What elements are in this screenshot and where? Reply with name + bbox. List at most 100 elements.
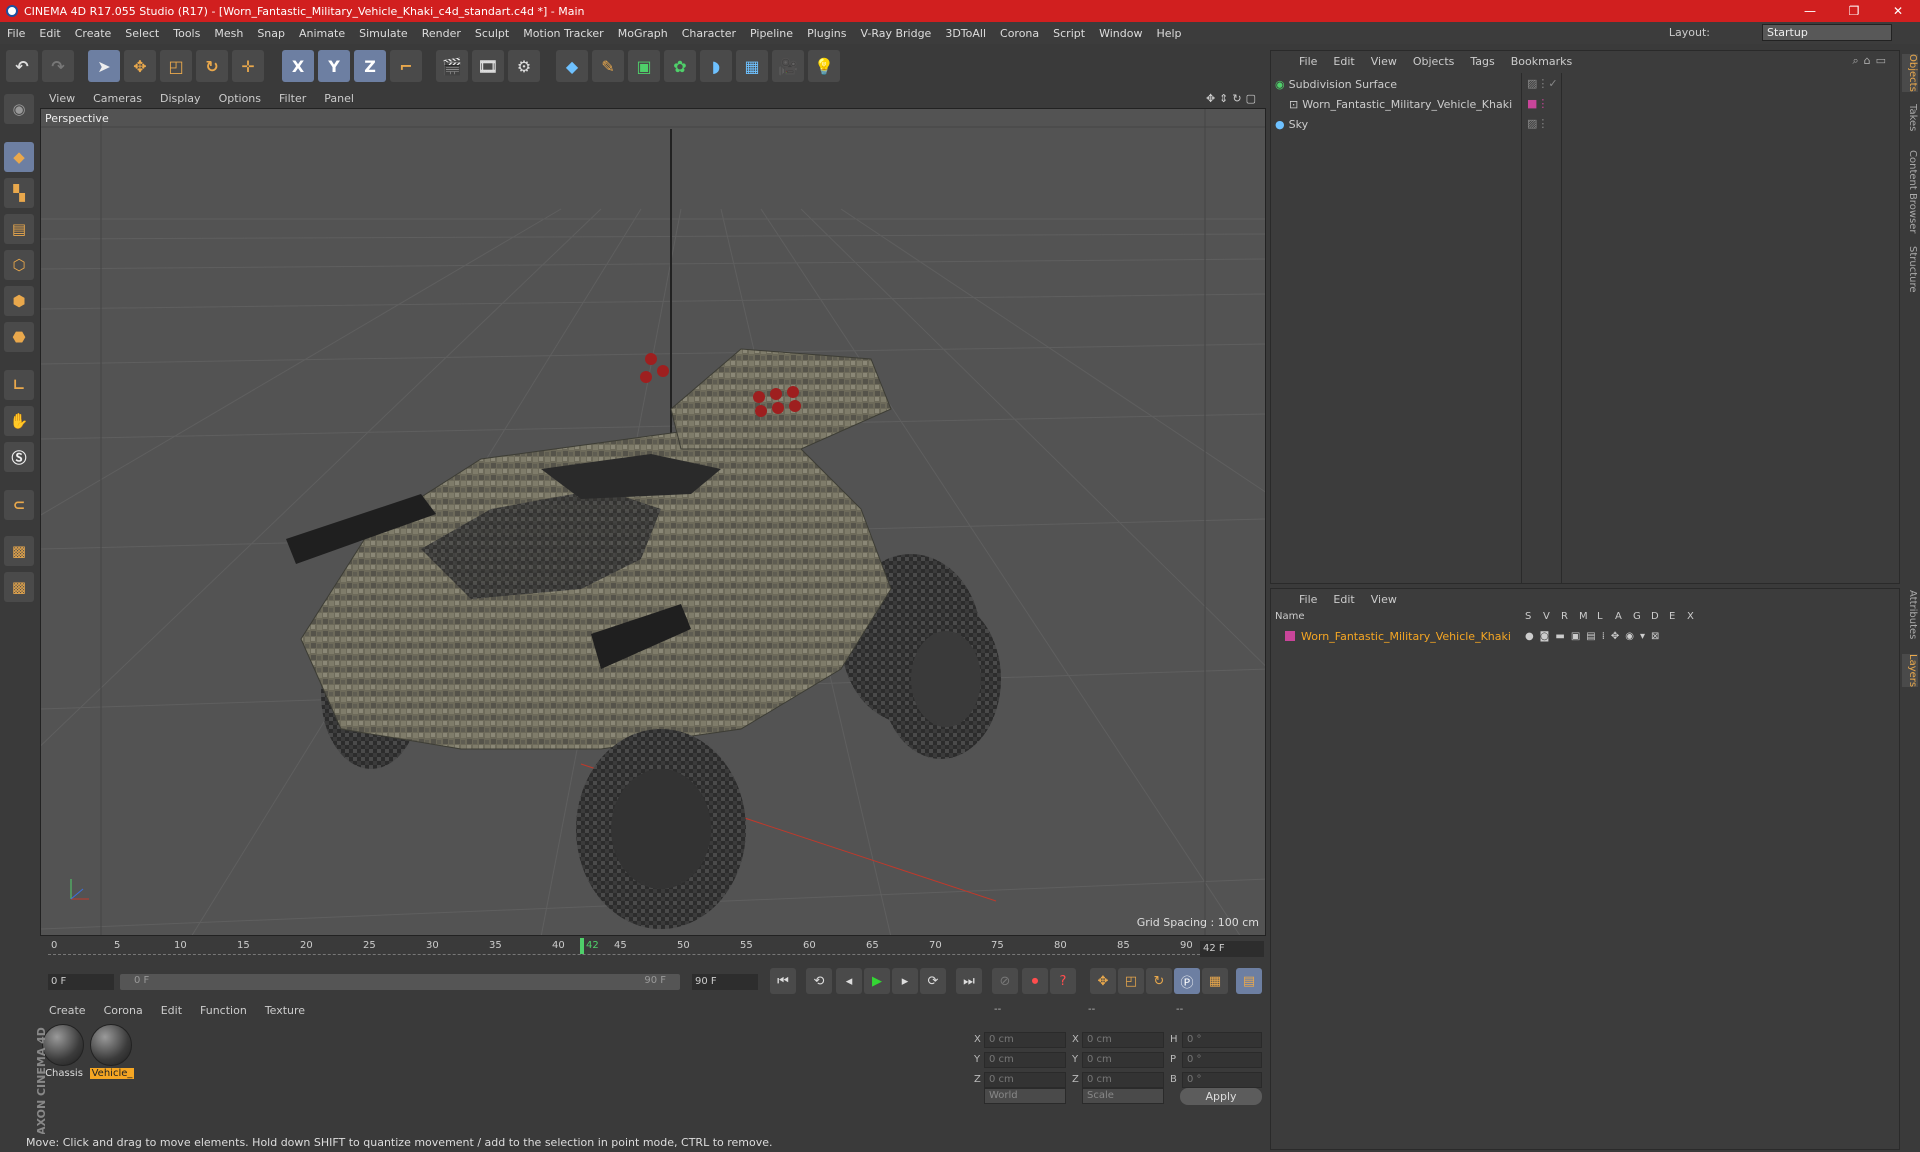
menu-corona[interactable]: Corona: [993, 27, 1046, 40]
size-x-field[interactable]: 0 cm: [1082, 1032, 1164, 1048]
tweak-mode-icon[interactable]: ✋: [4, 406, 34, 436]
end-frame-field[interactable]: 90 F: [692, 974, 758, 990]
polygons-mode-icon[interactable]: ⬣: [4, 322, 34, 352]
start-frame-field[interactable]: 0 F: [48, 974, 114, 990]
visibility-toggle-icon[interactable]: ▨⋮✓: [1527, 77, 1558, 90]
camera-icon[interactable]: 🎥: [772, 50, 804, 82]
render-view-icon[interactable]: 🎬: [436, 50, 468, 82]
previous-keyframe-icon[interactable]: ⟲: [806, 968, 832, 994]
record-keys-icon[interactable]: ⊘: [992, 968, 1018, 994]
menu-pipeline[interactable]: Pipeline: [743, 27, 800, 40]
key-parameter-icon[interactable]: Ⓟ: [1174, 968, 1200, 994]
menu-character[interactable]: Character: [675, 27, 743, 40]
make-editable-icon[interactable]: ◉: [4, 94, 34, 124]
material-menu-texture[interactable]: Texture: [256, 1004, 314, 1017]
cloner-icon[interactable]: ✿: [664, 50, 696, 82]
snap-icon[interactable]: Ⓢ: [4, 442, 34, 472]
menu-create[interactable]: Create: [68, 27, 119, 40]
layer-color-icon[interactable]: ■⋮: [1527, 97, 1548, 110]
menu-3dtoall[interactable]: 3DToAll: [938, 27, 993, 40]
menu-mograph[interactable]: MoGraph: [611, 27, 675, 40]
om-menu-file[interactable]: File: [1291, 55, 1325, 68]
om-menu-objects[interactable]: Objects: [1405, 55, 1463, 68]
material-menu-create[interactable]: Create: [40, 1004, 95, 1017]
live-select-icon[interactable]: ✛: [232, 50, 264, 82]
viewport-menu-cameras[interactable]: Cameras: [84, 92, 151, 105]
move-icon[interactable]: ✥: [124, 50, 156, 82]
visibility-toggle-icon[interactable]: ▨⋮: [1527, 117, 1548, 130]
lm-menu-edit[interactable]: Edit: [1325, 593, 1362, 606]
go-to-end-icon[interactable]: ⏭: [956, 968, 982, 994]
key-position-icon[interactable]: ✥: [1090, 968, 1116, 994]
menu-window[interactable]: Window: [1092, 27, 1149, 40]
maximize-button[interactable]: ❐: [1832, 4, 1876, 18]
layer-color-swatch[interactable]: [1285, 631, 1295, 641]
menu-motion-tracker[interactable]: Motion Tracker: [516, 27, 610, 40]
lm-menu-file[interactable]: File: [1291, 593, 1325, 606]
menu-edit[interactable]: Edit: [32, 27, 67, 40]
tab-takes[interactable]: Takes: [1902, 104, 1918, 131]
light-icon[interactable]: 💡: [808, 50, 840, 82]
go-to-start-icon[interactable]: ⏮: [770, 968, 796, 994]
menu-mesh[interactable]: Mesh: [207, 27, 250, 40]
workplane-mode-icon[interactable]: ▤: [4, 214, 34, 244]
menu-file[interactable]: File: [0, 27, 32, 40]
rotation-p-field[interactable]: 0 °: [1182, 1052, 1262, 1068]
menu-select[interactable]: Select: [118, 27, 166, 40]
menu-tools[interactable]: Tools: [166, 27, 207, 40]
subdivision-icon[interactable]: ▣: [628, 50, 660, 82]
x-axis-icon[interactable]: X: [282, 50, 314, 82]
size-y-field[interactable]: 0 cm: [1082, 1052, 1164, 1068]
previous-frame-icon[interactable]: ◂: [836, 968, 862, 994]
pen-icon[interactable]: ✎: [592, 50, 624, 82]
viewport-menu-view[interactable]: View: [40, 92, 84, 105]
menu-simulate[interactable]: Simulate: [352, 27, 415, 40]
viewport-menu-options[interactable]: Options: [210, 92, 270, 105]
tab-attributes[interactable]: Attributes: [1902, 590, 1918, 639]
apply-button[interactable]: Apply: [1180, 1088, 1262, 1105]
layer-row[interactable]: Worn_Fantastic_Military_Vehicle_Khaki ●◙…: [1285, 627, 1665, 645]
menu-sculpt[interactable]: Sculpt: [468, 27, 516, 40]
viewport-menu-display[interactable]: Display: [151, 92, 210, 105]
position-x-field[interactable]: 0 cm: [984, 1032, 1066, 1048]
model-mode-icon[interactable]: ◆: [4, 142, 34, 172]
floor-icon[interactable]: ▦: [736, 50, 768, 82]
menu-render[interactable]: Render: [415, 27, 468, 40]
key-rotation-icon[interactable]: ↻: [1146, 968, 1172, 994]
rotate-icon[interactable]: ↻: [196, 50, 228, 82]
position-z-field[interactable]: 0 cm: [984, 1072, 1066, 1088]
tab-layers[interactable]: Layers: [1902, 654, 1918, 688]
layer-flag-icons[interactable]: ●◙▬▣▤⁞✥◉▾⊠: [1525, 631, 1665, 642]
y-axis-icon[interactable]: Y: [318, 50, 350, 82]
viewport-menu-filter[interactable]: Filter: [270, 92, 315, 105]
menu-animate[interactable]: Animate: [292, 27, 352, 40]
lock-workplane-icon[interactable]: ▩: [4, 536, 34, 566]
menu-plugins[interactable]: Plugins: [800, 27, 853, 40]
timeline-window-icon[interactable]: ▤: [1236, 968, 1262, 994]
next-frame-icon[interactable]: ▸: [892, 968, 918, 994]
timeline-playhead[interactable]: [580, 938, 584, 954]
menu-script[interactable]: Script: [1046, 27, 1092, 40]
viewport-menu-panel[interactable]: Panel: [315, 92, 363, 105]
undo-icon[interactable]: ↶: [6, 50, 38, 82]
planar-workplane-icon[interactable]: ▩: [4, 572, 34, 602]
key-scale-icon[interactable]: ◰: [1118, 968, 1144, 994]
cube-icon[interactable]: ◆: [556, 50, 588, 82]
world-coord-icon[interactable]: ⌐: [390, 50, 422, 82]
tab-objects[interactable]: Objects: [1902, 54, 1918, 92]
edges-mode-icon[interactable]: ⬢: [4, 286, 34, 316]
coord-scale-dropdown[interactable]: Scale: [1082, 1088, 1164, 1104]
tab-structure[interactable]: Structure: [1902, 246, 1918, 293]
object-row-sky[interactable]: ● Sky: [1275, 115, 1308, 133]
points-mode-icon[interactable]: ⬡: [4, 250, 34, 280]
object-row-vehicle[interactable]: ⊡ Worn_Fantastic_Military_Vehicle_Khaki: [1289, 95, 1512, 113]
lm-menu-view[interactable]: View: [1363, 593, 1405, 606]
record-active-icon[interactable]: ⏺: [1022, 968, 1048, 994]
material-chassis[interactable]: Chassis: [42, 1024, 86, 1082]
material-menu-edit[interactable]: Edit: [152, 1004, 191, 1017]
om-menu-view[interactable]: View: [1363, 55, 1405, 68]
scale-icon[interactable]: ◰: [160, 50, 192, 82]
rotation-h-field[interactable]: 0 °: [1182, 1032, 1262, 1048]
autokey-icon[interactable]: ?: [1050, 968, 1076, 994]
layout-dropdown[interactable]: Startup: [1762, 24, 1892, 41]
